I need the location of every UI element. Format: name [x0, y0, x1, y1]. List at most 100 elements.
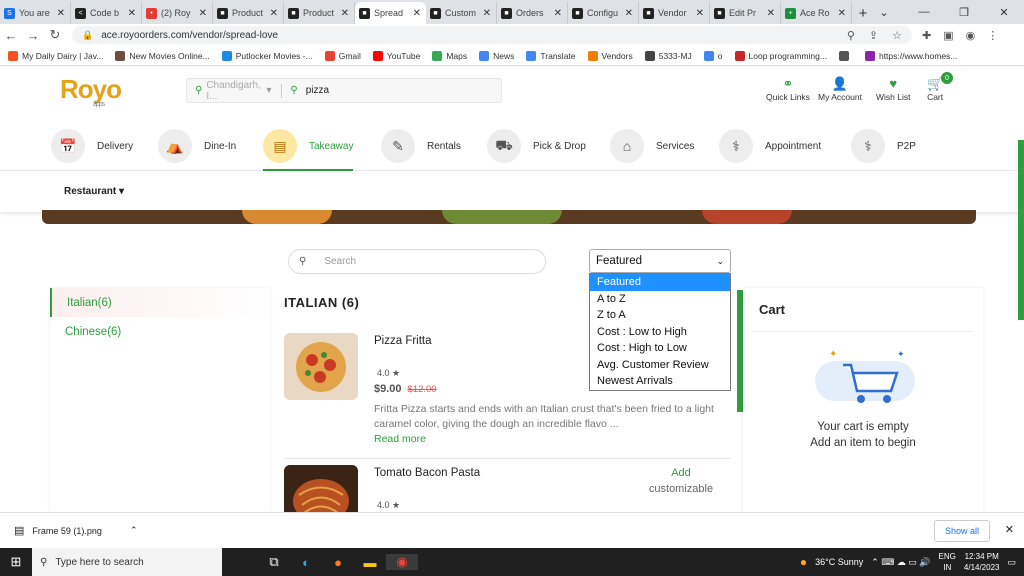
browser-tab[interactable]: ■ Orders ✕	[497, 2, 568, 24]
sort-option[interactable]: Avg. Customer Review	[590, 357, 730, 374]
bookmark-item[interactable]: Gmail	[324, 50, 361, 61]
bookmark-item[interactable]: Translate	[526, 50, 576, 61]
close-window-button[interactable]: ✕	[984, 0, 1024, 24]
bookmark-item[interactable]: https://www.homes...	[864, 50, 957, 61]
browser-tab[interactable]: • (2) Roy ✕	[142, 2, 213, 24]
close-tab-icon[interactable]: ✕	[483, 8, 491, 19]
bookmark-item[interactable]: Loop programming...	[734, 50, 827, 61]
close-tab-icon[interactable]: ✕	[554, 8, 562, 19]
taskbar-search[interactable]: ⚲ Type here to search	[32, 548, 222, 576]
minimize-button[interactable]: —	[904, 0, 944, 24]
bookmark-item[interactable]: Putlocker Movies -...	[221, 50, 313, 61]
bookmark-item[interactable]: Vendors	[587, 50, 633, 61]
browser-tab[interactable]: ■ Edit Pr ✕	[710, 2, 781, 24]
pasta-image[interactable]	[284, 465, 358, 512]
close-tab-icon[interactable]: ✕	[625, 8, 633, 19]
download-file-name[interactable]: Frame 59 (1).png	[32, 526, 102, 536]
url-field[interactable]: 🔒 ace.royoorders.com/vendor/spread-love …	[72, 26, 912, 44]
caret-down-icon[interactable]: ▾	[266, 85, 271, 96]
firefox-icon[interactable]: ●	[322, 555, 354, 570]
sort-option[interactable]: Z to A	[590, 307, 730, 324]
tab-rentals[interactable]: ✎ Rentals	[381, 129, 461, 163]
sidepanel-icon[interactable]: ▣	[943, 29, 953, 42]
tab-takeaway[interactable]: ▤ Takeaway	[263, 129, 354, 171]
browser-tab[interactable]: ■ Spread ✕	[355, 2, 426, 24]
sort-option[interactable]: Newest Arrivals	[590, 373, 730, 390]
location-select[interactable]: Chandigarh, I...	[206, 80, 266, 102]
product-name[interactable]: Tomato Bacon Pasta	[374, 467, 480, 479]
tab-dine-in[interactable]: ⛺ Dine-In	[158, 129, 236, 163]
back-icon[interactable]: ←	[0, 28, 22, 43]
browser-tab[interactable]: ■ Product ✕	[284, 2, 355, 24]
sort-option[interactable]: A to Z	[590, 291, 730, 308]
restaurant-dropdown[interactable]: Restaurant ▾	[64, 186, 124, 197]
close-icon[interactable]: ✕	[1005, 523, 1014, 536]
wish-list-button[interactable]: ♥ Wish List	[876, 76, 910, 102]
tab-pick-drop[interactable]: ⛟ Pick & Drop	[487, 129, 586, 163]
windows-start-icon[interactable]: ⊞	[0, 554, 32, 570]
tray-icons[interactable]: ⌃ ⌨ ☁ ▭ 🔊	[871, 557, 930, 568]
close-tab-icon[interactable]: ✕	[838, 8, 846, 19]
lock-icon[interactable]: 🔒	[82, 30, 93, 41]
browser-tab[interactable]: ■ Custom ✕	[426, 2, 497, 24]
close-tab-icon[interactable]: ✕	[696, 8, 704, 19]
bookmark-item[interactable]: YouTube	[372, 50, 420, 61]
chevron-down-icon[interactable]: ⌄	[864, 0, 904, 24]
extensions-icon[interactable]: ✚	[922, 29, 931, 42]
tab-appointment[interactable]: ⚕ Appointment	[719, 129, 821, 163]
maximize-button[interactable]: ❐	[944, 0, 984, 24]
close-tab-icon[interactable]: ✕	[270, 8, 278, 19]
read-more-link[interactable]: Read more	[374, 433, 426, 445]
edge-icon[interactable]: ◐	[290, 555, 322, 570]
bookmark-item[interactable]: o	[703, 50, 723, 61]
my-account-button[interactable]: 👤 My Account	[818, 76, 862, 102]
file-explorer-icon[interactable]: ▬	[354, 555, 386, 570]
notification-icon[interactable]: ▭	[1007, 557, 1016, 568]
browser-tab[interactable]: + Ace Ro ✕	[781, 2, 852, 24]
chevron-up-icon[interactable]: ⌃	[130, 525, 138, 536]
close-tab-icon[interactable]: ✕	[199, 8, 207, 19]
menu-icon[interactable]: ⋮	[987, 29, 998, 42]
menu-search-input[interactable]: ⚲ Search	[288, 249, 546, 274]
close-tab-icon[interactable]: ✕	[128, 8, 136, 19]
royo-logo[interactable]: Royo apps	[60, 74, 122, 108]
sort-option[interactable]: Cost : Low to High	[590, 324, 730, 341]
tab-delivery[interactable]: 📅 Delivery	[51, 129, 133, 163]
browser-tab[interactable]: ■ Vendor ✕	[639, 2, 710, 24]
tab-services[interactable]: ⌂ Services	[610, 129, 694, 163]
language-indicator[interactable]: ENG IN	[939, 551, 956, 573]
bookmark-item[interactable]: New Movies Online...	[115, 50, 210, 61]
close-tab-icon[interactable]: ✕	[767, 8, 775, 19]
location-icon[interactable]: ⚲	[847, 29, 855, 42]
sort-option[interactable]: Cost : High to Low	[590, 340, 730, 357]
pizza-image[interactable]	[284, 333, 358, 400]
weather-text[interactable]: 36°C Sunny	[815, 557, 863, 567]
cart-button[interactable]: 🛒 0 Cart	[927, 72, 953, 102]
chrome-icon[interactable]: ◉	[386, 554, 418, 570]
bookmark-item[interactable]: My Daily Dairy | Jav...	[8, 50, 103, 61]
sort-select[interactable]: Featured ⌄	[589, 249, 731, 273]
task-view-icon[interactable]: ⧉	[258, 554, 290, 570]
browser-tab[interactable]: < Code b ✕	[71, 2, 142, 24]
browser-tab[interactable]: ■ Configu ✕	[568, 2, 639, 24]
add-button[interactable]: Add	[636, 467, 726, 479]
product-name[interactable]: Pizza Fritta	[374, 335, 432, 347]
bookmark-item[interactable]: News	[479, 50, 514, 61]
share-icon[interactable]: ⇪	[869, 29, 878, 42]
reload-icon[interactable]: ↻	[44, 27, 66, 43]
close-tab-icon[interactable]: ✕	[341, 8, 349, 19]
bookmark-item[interactable]: Maps	[432, 50, 467, 61]
browser-tab[interactable]: S You are ✕	[0, 2, 71, 24]
tab-p2p[interactable]: ⚕ P2P	[851, 129, 916, 163]
close-tab-icon[interactable]: ✕	[413, 8, 421, 19]
sidebar-item-chinese[interactable]: Chinese(6)	[50, 317, 270, 346]
bookmark-item[interactable]: 5333-MJ	[644, 50, 692, 61]
browser-tab[interactable]: ■ Product ✕	[213, 2, 284, 24]
page-scrollbar[interactable]	[1018, 140, 1024, 320]
star-icon[interactable]: ☆	[892, 29, 902, 42]
sort-option[interactable]: Featured	[590, 274, 730, 291]
quick-links-button[interactable]: ⚭ Quick Links	[766, 76, 810, 102]
product-search-input[interactable]: pizza	[306, 85, 329, 96]
clock[interactable]: 12:34 PM 4/14/2023	[964, 551, 1000, 573]
forward-icon[interactable]: →	[22, 28, 44, 43]
